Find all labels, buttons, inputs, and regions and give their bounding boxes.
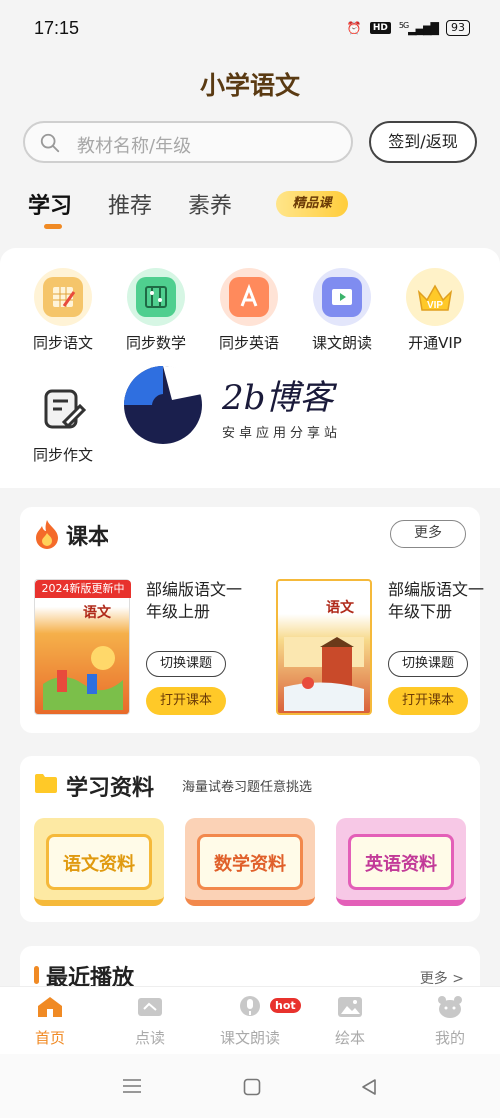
back-icon[interactable] (360, 1078, 378, 1096)
home-square-icon[interactable] (243, 1078, 261, 1096)
textbook-section: 课本 更多 2024新版更新中 语文 部编版语文一年级上册 切换课题 打开课本 … (20, 507, 484, 733)
hd-icon: HD (369, 22, 391, 34)
grid-item-sync-writing[interactable]: 同步作文 (18, 380, 108, 465)
grid-item-sync-english[interactable]: 同步英语 (204, 268, 294, 353)
english-materials-tile[interactable]: 英语资料 (336, 818, 466, 906)
open-textbook-button[interactable]: 打开课本 (388, 687, 468, 715)
picture-book-icon (336, 995, 364, 1019)
nav-profile[interactable]: 我的 (410, 995, 490, 1048)
watermark-logo: 2b博客 安卓应用分享站 (122, 364, 372, 446)
search-placeholder: 教材名称/年级 (77, 136, 192, 157)
grid-item-sync-chinese[interactable]: 同步语文 (18, 268, 108, 353)
grid-label: 课文朗读 (311, 334, 372, 352)
grid-label: 同步作文 (32, 446, 93, 464)
system-nav-bar (0, 1054, 500, 1118)
home-icon (36, 995, 64, 1019)
writing-pen-icon (34, 380, 92, 438)
textbook-name: 部编版语文一年级下册 (388, 580, 485, 621)
nav-label: 首页 (34, 1029, 65, 1047)
textbook-name: 部编版语文一年级上册 (146, 580, 243, 621)
chinese-book-icon (34, 268, 92, 326)
abacus-icon (127, 268, 185, 326)
grid-label: 同步数学 (125, 334, 186, 352)
bottom-nav: 首页 点读 课文朗读 绘本 我的 (0, 986, 500, 1054)
textbook-title: 课本 (66, 525, 111, 550)
grid-label: 同步语文 (32, 334, 93, 352)
checkin-button[interactable]: 签到/返现 (369, 121, 477, 163)
switch-lesson-button[interactable]: 切换课题 (146, 651, 226, 677)
nav-label: 我的 (434, 1029, 465, 1047)
tab-recommend[interactable]: 推荐 (108, 188, 152, 220)
grid-item-text-reading[interactable]: 课文朗读 (297, 268, 387, 353)
textbook-cover[interactable]: 2024新版更新中 语文 (34, 579, 131, 715)
tile-label: 英语资料 (348, 834, 454, 890)
profile-icon (436, 995, 464, 1019)
grid-label: 开通VIP (408, 334, 462, 352)
grid-item-open-vip[interactable]: VIP 开通VIP (390, 268, 480, 353)
watermark-title: 2b博客 (222, 378, 334, 418)
textbook-more-button[interactable]: 更多 (390, 520, 466, 548)
signal-icon: 5G▂▄▆█ (398, 20, 439, 36)
tile-label: 语文资料 (46, 834, 152, 890)
status-bar: 17:15 ⏰ HD 5G▂▄▆█ 93 (0, 0, 500, 60)
status-time: 17:15 (34, 18, 80, 38)
hot-badge: hot (270, 998, 301, 1013)
cover-illustration (43, 646, 123, 710)
tab-literacy[interactable]: 素养 (188, 188, 232, 220)
grid-item-sync-math[interactable]: 同步数学 (111, 268, 201, 353)
tab-bar: 学习 推荐 素养 (28, 188, 268, 220)
new-edition-ribbon: 2024新版更新中 (35, 580, 131, 598)
materials-subtitle: 海量试卷习题任意挑选 (182, 780, 313, 795)
watermark-subtitle: 安卓应用分享站 (222, 426, 342, 441)
english-a-icon (220, 268, 278, 326)
menu-icon[interactable] (122, 1078, 142, 1094)
nav-label: 绘本 (334, 1029, 365, 1047)
section-accent-bar (34, 966, 39, 984)
fire-icon (36, 520, 58, 549)
status-icons: ⏰ HD 5G▂▄▆█ 93 (347, 20, 470, 36)
materials-title: 学习资料 (66, 776, 155, 801)
cover-label: 语文 (326, 600, 354, 616)
study-materials-section: 学习资料 海量试卷习题任意挑选 语文资料 数学资料 英语资料 (20, 756, 480, 922)
alarm-icon: ⏰ (346, 21, 362, 35)
watermark-icon (124, 365, 202, 444)
chinese-materials-tile[interactable]: 语文资料 (34, 818, 164, 906)
tab-study[interactable]: 学习 (28, 188, 72, 220)
cover-illustration (284, 637, 364, 711)
math-materials-tile[interactable]: 数学资料 (185, 818, 315, 906)
nav-label: 课文朗读 (219, 1029, 280, 1047)
page-title: 小学语文 (199, 71, 300, 100)
microphone-icon (236, 995, 264, 1019)
premium-course-badge[interactable]: 精品课 (276, 191, 348, 217)
cover-label: 语文 (83, 605, 111, 621)
grid-label: 同步英语 (218, 334, 279, 352)
nav-label: 点读 (134, 1029, 165, 1047)
battery-icon: 93 (446, 20, 470, 36)
active-tab-indicator (44, 224, 62, 229)
vip-crown-icon: VIP (406, 268, 464, 326)
search-input[interactable]: 教材名称/年级 (23, 121, 353, 163)
open-textbook-button[interactable]: 打开课本 (146, 687, 226, 715)
nav-picture-book[interactable]: 绘本 (310, 995, 390, 1048)
search-icon (40, 133, 60, 153)
point-read-icon (136, 995, 164, 1019)
play-book-icon (313, 268, 371, 326)
nav-point-read[interactable]: 点读 (110, 995, 190, 1048)
folder-icon (35, 774, 57, 793)
watermark-mask (108, 507, 418, 561)
recent-more-link[interactable]: 更多 > (420, 968, 464, 988)
nav-home[interactable]: 首页 (10, 995, 90, 1048)
textbook-cover[interactable]: 语文 (276, 579, 372, 715)
svg-text:VIP: VIP (427, 300, 443, 311)
switch-lesson-button[interactable]: 切换课题 (388, 651, 468, 677)
tile-label: 数学资料 (197, 834, 303, 890)
